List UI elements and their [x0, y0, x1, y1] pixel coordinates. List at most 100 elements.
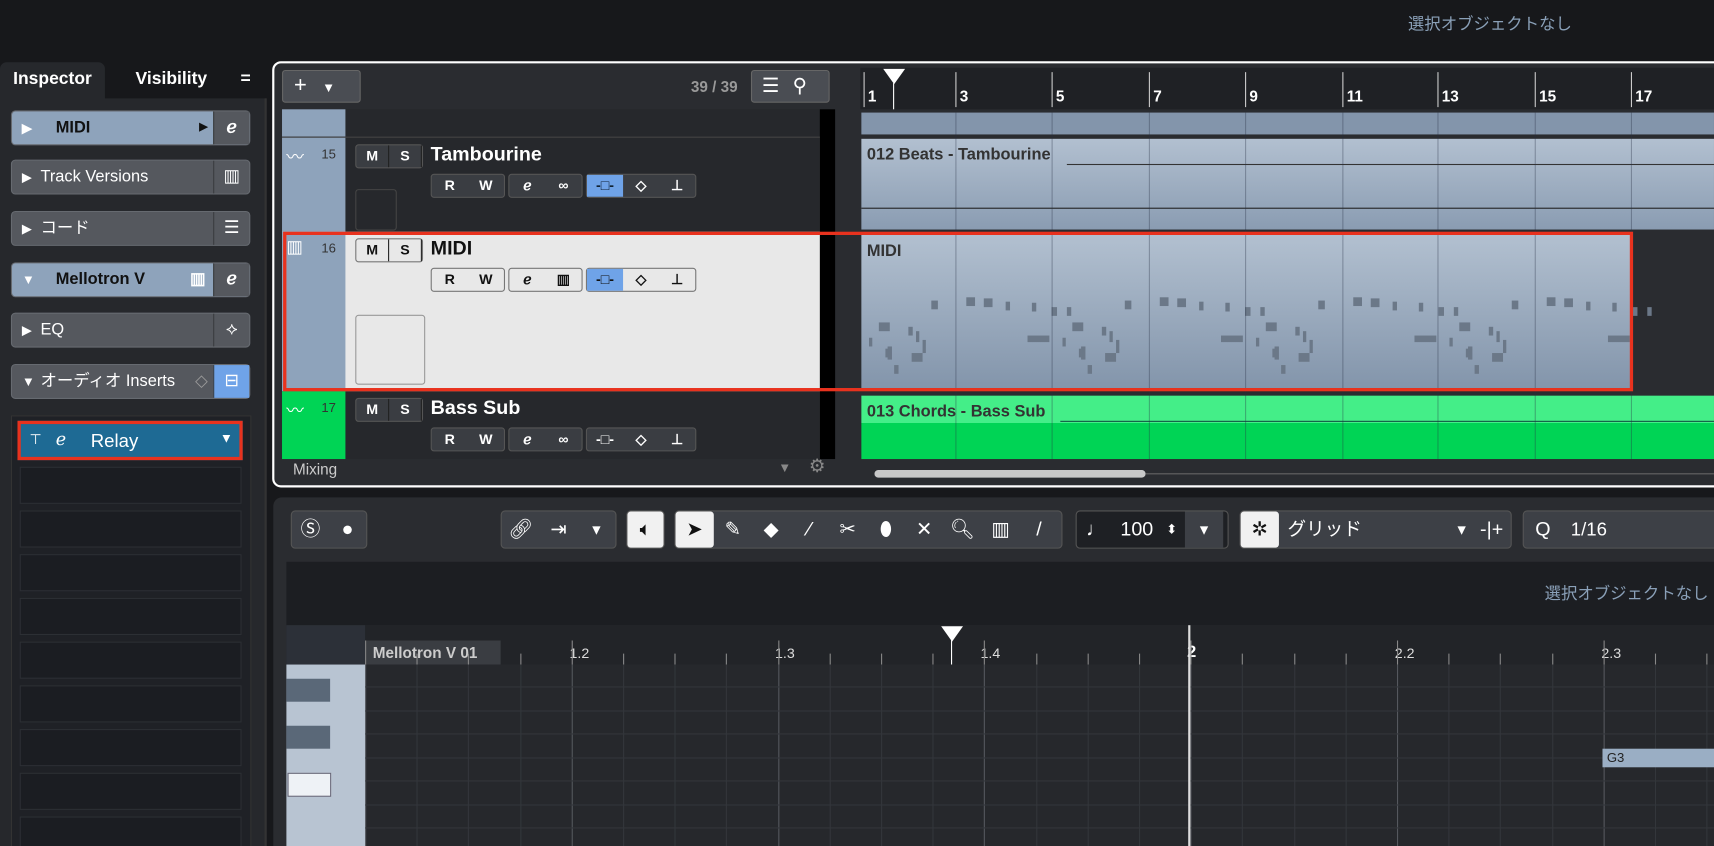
- comp-icon[interactable]: ▥: [982, 512, 1020, 548]
- section-chord[interactable]: ▶ コード ☰: [10, 210, 251, 246]
- link-icon[interactable]: 🔗︎: [502, 512, 540, 548]
- mute-tool-icon[interactable]: ✕: [905, 512, 943, 548]
- pencil-icon[interactable]: ✎: [714, 512, 752, 548]
- event-tambourine[interactable]: 012 Beats - Tambourine: [861, 138, 1714, 230]
- send-icon[interactable]: ⊥: [659, 175, 695, 197]
- track-list-icon[interactable]: ☰: [762, 74, 780, 96]
- solo-button[interactable]: S: [389, 145, 422, 168]
- write-button[interactable]: W: [468, 428, 504, 450]
- send-icon[interactable]: ⊥: [659, 428, 695, 450]
- eraser-icon[interactable]: ◆: [752, 512, 790, 548]
- grid-row: [365, 827, 1714, 829]
- add-track-button[interactable]: + ▼: [282, 69, 361, 103]
- edit-e-icon[interactable]: ℯ: [213, 111, 250, 145]
- grid-line: [1294, 664, 1296, 846]
- insert-icon[interactable]: -□-: [586, 174, 624, 197]
- speaker-icon[interactable]: 🔈︎: [627, 511, 664, 548]
- insert-slot-empty[interactable]: [19, 772, 242, 810]
- note-grid[interactable]: [365, 664, 1714, 846]
- grid-line: [1087, 664, 1089, 846]
- eq-icon[interactable]: ◇: [623, 175, 659, 197]
- quantize-select[interactable]: 1/16: [1562, 512, 1714, 548]
- edit-e-icon[interactable]: ℯ: [56, 428, 66, 450]
- ruler-label: 1: [867, 87, 877, 105]
- velocity-field[interactable]: ♩ 100 ⬍ ▼: [1075, 510, 1229, 549]
- record-icon[interactable]: ●: [329, 512, 366, 548]
- active-key[interactable]: [287, 772, 332, 797]
- insert-slot-relay[interactable]: ⊤ ℯ Relay ▼: [17, 420, 243, 461]
- arrow-tool-icon[interactable]: ➤: [675, 511, 714, 548]
- search-icon[interactable]: ⚲: [793, 74, 807, 96]
- bar-line: [1188, 625, 1191, 846]
- scissors-icon[interactable]: ✂: [829, 512, 867, 548]
- write-button[interactable]: W: [468, 175, 504, 197]
- horizontal-scrollbar[interactable]: [874, 469, 1146, 478]
- insert-slot-empty[interactable]: [19, 641, 242, 679]
- chord-sliders-icon[interactable]: ☰: [213, 212, 249, 245]
- chevron-down-icon[interactable]: ▼: [778, 460, 791, 475]
- read-button[interactable]: R: [432, 175, 468, 197]
- insert-slot-empty[interactable]: [19, 466, 242, 504]
- black-key[interactable]: [286, 678, 331, 702]
- ruler-tick: [1603, 640, 1605, 665]
- chevron-down-icon[interactable]: ▼: [578, 512, 616, 548]
- link-icon[interactable]: ∞: [545, 175, 581, 197]
- insert-slot-empty[interactable]: [19, 597, 242, 636]
- chevron-down-icon[interactable]: ▼: [1451, 512, 1473, 548]
- insert-icon[interactable]: ⊟: [213, 365, 250, 398]
- quantize-icon[interactable]: Q: [1524, 512, 1562, 548]
- snap-icon[interactable]: ✲: [1240, 511, 1279, 548]
- event-top[interactable]: [861, 112, 1714, 135]
- ruler-tick: [467, 653, 469, 665]
- line-tool-icon[interactable]: /: [1020, 512, 1058, 548]
- section-midi[interactable]: ▶ MIDI ▶ ℯ: [10, 110, 251, 146]
- midi-note[interactable]: G3: [1602, 748, 1714, 768]
- playhead-marker[interactable]: [883, 68, 906, 85]
- section-eq[interactable]: ▶ EQ ⟡: [10, 312, 251, 348]
- eq-icon[interactable]: ◇: [623, 428, 659, 450]
- ruler[interactable]: [860, 67, 1714, 110]
- hamburger-icon[interactable]: =: [227, 62, 263, 99]
- auto-scroll-icon[interactable]: ⇥: [540, 512, 578, 548]
- insert-slot-empty[interactable]: [19, 685, 242, 723]
- solo-editor-icon[interactable]: Ⓢ: [292, 512, 329, 548]
- grid-line: [1241, 664, 1243, 846]
- track-17[interactable]: 〰 17 MS Bass Sub R Wℯ ∞ -□- ◇ ⊥: [282, 391, 820, 460]
- mute-button[interactable]: M: [356, 398, 390, 421]
- grid-line: [1139, 664, 1141, 846]
- link-icon[interactable]: ∞: [545, 428, 581, 450]
- edit-e-icon[interactable]: ℯ: [509, 428, 545, 450]
- solo-button[interactable]: S: [389, 398, 422, 421]
- insert-slot-empty[interactable]: [19, 554, 242, 592]
- edit-e-icon[interactable]: ℯ: [213, 263, 250, 297]
- zoom-icon[interactable]: 🔍︎: [943, 512, 981, 548]
- trim-icon[interactable]: ⁄: [790, 512, 828, 548]
- grid-line: [983, 664, 985, 846]
- track-versions-icon[interactable]: ▥: [213, 160, 249, 194]
- tab-visibility[interactable]: Visibility: [122, 62, 220, 99]
- snap-mode-icon[interactable]: -|+: [1473, 512, 1511, 548]
- snap-type-select[interactable]: グリッド: [1279, 512, 1451, 548]
- read-button[interactable]: R: [432, 428, 468, 450]
- waveform-icon: 〰: [286, 402, 304, 421]
- insert-icon[interactable]: -□-: [587, 428, 623, 450]
- edit-e-icon[interactable]: ℯ: [509, 175, 545, 197]
- section-audio-inserts[interactable]: ▼ オーディオ Inserts ◇ ⊟: [10, 363, 251, 399]
- glue-icon[interactable]: ⬮: [867, 512, 905, 548]
- gear-icon[interactable]: ⚙: [809, 456, 826, 478]
- black-key[interactable]: [286, 725, 331, 749]
- bypass-icon[interactable]: ⊤: [30, 431, 42, 448]
- track-15[interactable]: 〰 15 MS Tambourine R Wℯ ∞ -□- ◇ ⊥: [282, 136, 820, 233]
- chevron-down-icon[interactable]: ▼: [1184, 511, 1224, 548]
- event-bass-sub[interactable]: 013 Chords - Bass Sub: [861, 395, 1714, 460]
- insert-slot-empty[interactable]: [19, 816, 242, 846]
- tab-inspector[interactable]: Inspector: [0, 62, 105, 100]
- section-mellotron[interactable]: ▼ Mellotron V ▥ ℯ: [10, 262, 251, 298]
- insert-slot-empty[interactable]: [19, 729, 242, 767]
- section-track-versions[interactable]: ▶ Track Versions ▥: [10, 159, 251, 195]
- stepper-icon[interactable]: ⬍: [1159, 512, 1185, 548]
- eq-icon[interactable]: ⟡: [213, 313, 249, 347]
- insert-slot-empty[interactable]: [19, 510, 242, 548]
- mute-button[interactable]: M: [356, 145, 390, 168]
- chevron-down-icon[interactable]: ▼: [220, 431, 233, 446]
